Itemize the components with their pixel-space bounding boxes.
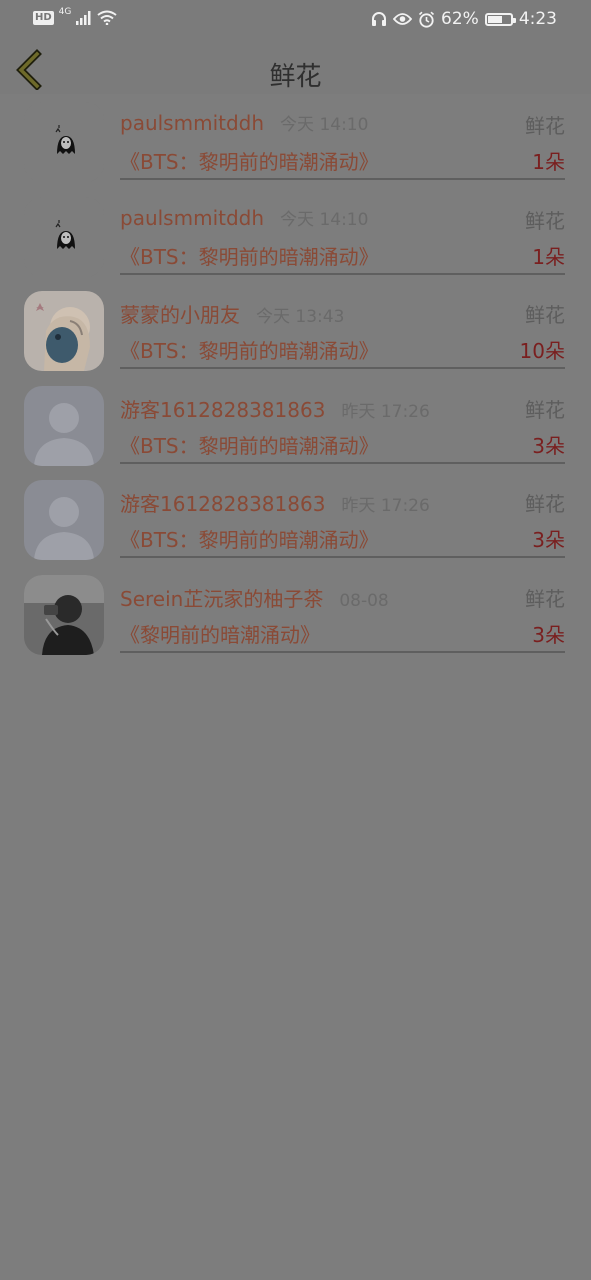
gift-count: 1朵 bbox=[532, 244, 565, 269]
eye-icon bbox=[393, 13, 413, 25]
row-meta: paulsmmitddh 今天 14:10 bbox=[120, 110, 368, 135]
book-title[interactable]: 《BTS：黎明前的暗潮涌动》 bbox=[120, 146, 379, 175]
book-title[interactable]: 《BTS：黎明前的暗潮涌动》 bbox=[120, 241, 379, 270]
gift-type: 鲜花 bbox=[525, 208, 565, 233]
battery-cap bbox=[512, 17, 516, 23]
username[interactable]: paulsmmitddh bbox=[120, 111, 264, 135]
username[interactable]: 游客1612828381863 bbox=[120, 394, 325, 423]
timestamp: 昨天 17:26 bbox=[341, 401, 430, 422]
user-avatar[interactable] bbox=[24, 196, 104, 277]
headphones-icon bbox=[372, 12, 387, 26]
status-right: 62% 4:23 bbox=[371, 9, 557, 29]
gift-count: 3朵 bbox=[532, 433, 565, 458]
book-title[interactable]: 《BTS：黎明前的暗潮涌动》 bbox=[120, 430, 379, 459]
gift-count: 1朵 bbox=[532, 150, 565, 174]
battery-fill bbox=[487, 15, 502, 23]
timestamp: 今天 13:43 bbox=[256, 307, 345, 328]
user-avatar[interactable] bbox=[24, 480, 104, 561]
battery-percent: 62% bbox=[441, 9, 479, 29]
timestamp: 今天 14:10 bbox=[280, 209, 369, 230]
network-type: 4G bbox=[58, 6, 72, 17]
flower-record-list: paulsmmitddh 今天 14:10 鲜花 《BTS：黎明前的暗潮涌动》 … bbox=[0, 94, 591, 662]
top-nav-bar: 鲜花 bbox=[0, 42, 591, 94]
row-meta: 游客1612828381863 昨天 17:26 bbox=[120, 394, 430, 423]
book-title[interactable]: 《BTS：黎明前的暗潮涌动》 bbox=[120, 524, 379, 553]
record-row[interactable]: 游客1612828381863 昨天 17:26 鲜花 《BTS：黎明前的暗潮涌… bbox=[0, 472, 591, 567]
battery-icon bbox=[484, 12, 516, 26]
username[interactable]: Serein芷沅家的柚子茶 bbox=[120, 583, 323, 612]
gift-type: 鲜花 bbox=[525, 492, 565, 517]
user-avatar[interactable] bbox=[24, 574, 104, 655]
username[interactable]: paulsmmitddh bbox=[120, 206, 264, 230]
divider bbox=[120, 556, 565, 559]
signal-icon bbox=[76, 10, 91, 25]
user-avatar[interactable] bbox=[24, 385, 104, 466]
gift-count: 10朵 bbox=[519, 339, 565, 364]
status-left: HD 4G bbox=[33, 6, 117, 25]
username[interactable]: 蒙蒙的小朋友 bbox=[120, 299, 240, 328]
gift-count: 3朵 bbox=[532, 528, 565, 553]
user-avatar[interactable] bbox=[24, 291, 104, 372]
wifi-icon bbox=[97, 10, 117, 25]
row-meta: paulsmmitddh 今天 14:10 bbox=[120, 205, 368, 230]
divider bbox=[120, 272, 565, 275]
record-row[interactable]: paulsmmitddh 今天 14:10 鲜花 《BTS：黎明前的暗潮涌动》 … bbox=[0, 94, 591, 189]
record-row[interactable]: paulsmmitddh 今天 14:10 鲜花 《BTS：黎明前的暗潮涌动》 … bbox=[0, 189, 591, 284]
row-meta: Serein芷沅家的柚子茶 08-08 bbox=[120, 583, 389, 612]
record-row[interactable]: 蒙蒙的小朋友 今天 13:43 鲜花 《BTS：黎明前的暗潮涌动》 10朵 bbox=[0, 283, 591, 378]
gift-type: 鲜花 bbox=[525, 303, 565, 328]
username[interactable]: 游客1612828381863 bbox=[120, 488, 325, 517]
row-meta: 游客1612828381863 昨天 17:26 bbox=[120, 488, 430, 517]
gift-type: 鲜花 bbox=[525, 397, 565, 422]
divider bbox=[120, 178, 565, 180]
timestamp: 昨天 17:26 bbox=[341, 496, 430, 517]
divider bbox=[120, 367, 565, 370]
anime-girl-icon bbox=[24, 291, 104, 372]
ghost-sticker-icon bbox=[24, 196, 104, 277]
page-title: 鲜花 bbox=[269, 62, 322, 92]
row-meta: 蒙蒙的小朋友 今天 13:43 bbox=[120, 299, 344, 328]
book-title[interactable]: 《黎明前的暗潮涌动》 bbox=[120, 619, 320, 648]
ghost-sticker-icon bbox=[24, 102, 104, 182]
book-title[interactable]: 《BTS：黎明前的暗潮涌动》 bbox=[120, 335, 379, 364]
photo-person-icon bbox=[24, 574, 104, 655]
timestamp: 08-08 bbox=[339, 590, 389, 611]
record-row[interactable]: 游客1612828381863 昨天 17:26 鲜花 《BTS：黎明前的暗潮涌… bbox=[0, 378, 591, 473]
default-person-icon bbox=[24, 385, 104, 466]
default-person-icon bbox=[24, 480, 104, 561]
hd-badge: HD bbox=[33, 10, 54, 25]
divider bbox=[120, 650, 565, 653]
timestamp: 今天 14:10 bbox=[280, 115, 369, 135]
clock-time: 4:23 bbox=[518, 9, 557, 29]
alarm-icon bbox=[418, 11, 435, 28]
divider bbox=[120, 461, 565, 464]
record-row[interactable]: Serein芷沅家的柚子茶 08-08 鲜花 《黎明前的暗潮涌动》 3朵 bbox=[0, 567, 591, 662]
gift-type: 鲜花 bbox=[525, 586, 565, 611]
gift-count: 3朵 bbox=[532, 622, 565, 647]
status-bar: HD 4G 62% 4:23 bbox=[0, 0, 591, 42]
gift-type: 鲜花 bbox=[525, 114, 565, 138]
user-avatar[interactable] bbox=[24, 102, 104, 182]
